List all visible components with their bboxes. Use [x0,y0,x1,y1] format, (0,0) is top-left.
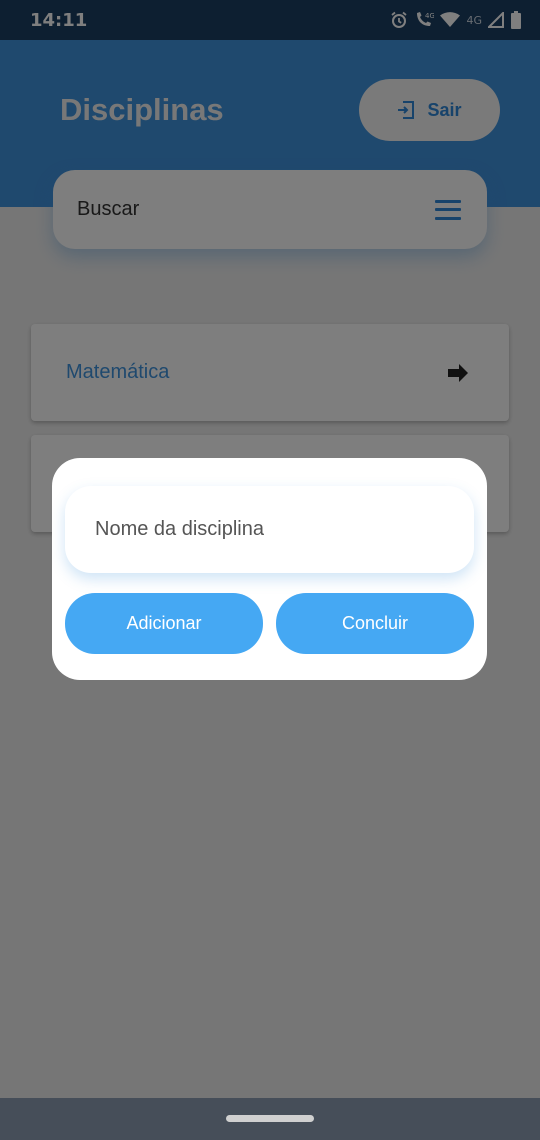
done-button[interactable]: Concluir [276,593,474,654]
add-button[interactable]: Adicionar [65,593,263,654]
system-nav-bar [0,1098,540,1140]
home-handle[interactable] [226,1115,314,1122]
add-subject-dialog: Adicionar Concluir [52,458,487,680]
subject-name-input[interactable] [95,518,444,541]
subject-name-field [65,486,474,573]
